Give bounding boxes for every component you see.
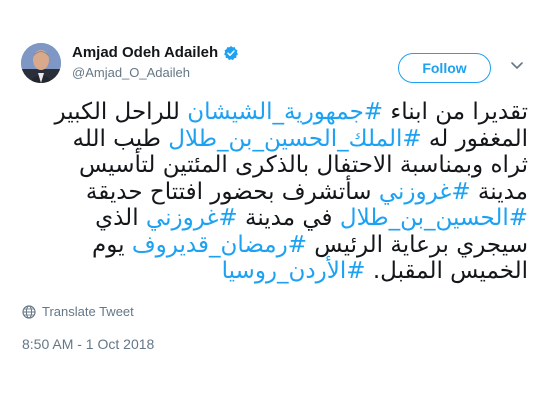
tweet-line: ثراه وبمناسبة الاحتفال بالذكرى المئتين ل… [22,152,528,179]
tweet-timestamp[interactable]: 8:50 AM - 1 Oct 2018 [22,336,154,352]
tweet-text-segment: يوم [92,231,132,258]
tweet-text-segment: سأتشرف بحضور افتتاح حديقة [85,178,379,205]
author-name-row: Amjad Odeh Adaileh [72,44,239,61]
verified-badge-icon [223,45,239,61]
tweet-line: #الحسين_بن_طلال في مدينة #غروزني الذي [22,205,528,232]
tweet-text: تقديرا من ابناء #جمهورية_الشيشان للراحل … [22,99,528,285]
author-handle[interactable]: @Amjad_O_Adaileh [72,65,239,80]
tweet-card: Amjad Odeh Adaileh @Amjad_O_Adaileh Foll… [0,0,550,400]
hashtag-link[interactable]: #غروزني [146,205,238,231]
tweet-line: تقديرا من ابناء #جمهورية_الشيشان للراحل … [22,99,528,126]
tweet-text-segment: المغفور له [421,125,528,152]
tweet-text-segment: في مدينة [237,205,340,231]
globe-icon [22,304,36,319]
follow-button[interactable]: Follow [398,53,491,83]
tweet-line: الخميس المقبل. #الأردن_روسيا [22,258,528,285]
tweet-text-segment: سيجري برعاية الرئيس [307,231,528,258]
tweet-text-segment: طيب الله [72,125,169,152]
tweet-text-segment: الذي [95,205,146,231]
tweet-line: المغفور له #الملك_الحسين_بن_طلال طيب الل… [22,125,529,153]
chevron-down-icon[interactable] [509,57,525,73]
translate-tweet-link[interactable]: Translate Tweet [22,304,134,319]
hashtag-link[interactable]: #رمضان_قديروف [132,232,307,258]
avatar-image [21,43,61,83]
hashtag-link[interactable]: #الأردن_روسيا [222,258,366,284]
author-name[interactable]: Amjad Odeh Adaileh [72,44,218,61]
hashtag-link[interactable]: #الملك_الحسين_بن_طلال [168,126,421,152]
hashtag-link[interactable]: #غروزني [379,179,471,205]
tweet-text-segment: ثراه وبمناسبة الاحتفال بالذكرى المئتين ل… [78,152,528,178]
tweet-text-segment: تقديرا من ابناء [383,99,528,125]
author-block: Amjad Odeh Adaileh @Amjad_O_Adaileh [72,44,239,80]
avatar[interactable] [21,43,61,83]
tweet-line: سيجري برعاية الرئيس #رمضان_قديروف يوم [22,232,528,259]
tweet-text-segment: للراحل الكبير [54,99,188,125]
translate-label: Translate Tweet [42,304,134,319]
tweet-line: مدينة #غروزني سأتشرف بحضور افتتاح حديقة [22,179,528,206]
tweet-text-segment: مدينة [470,178,528,205]
hashtag-link[interactable]: #جمهورية_الشيشان [187,99,383,125]
tweet-text-segment: الخميس المقبل. [365,258,528,284]
hashtag-link[interactable]: #الحسين_بن_طلال [340,205,528,231]
